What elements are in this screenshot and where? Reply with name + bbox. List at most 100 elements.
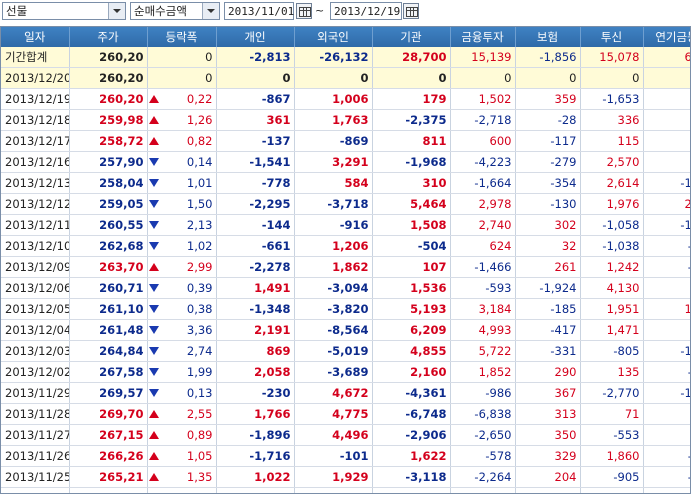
investor-trading-grid[interactable]: 일자 주가 등락폭 개인 외국인 기관 금융투자 보험 투신 연기금등 기간합계… [0, 26, 691, 494]
market-select[interactable]: 선물 [2, 2, 126, 20]
col-header-institution[interactable]: 기관 [372, 27, 451, 47]
indiv-cell: -1,541 [216, 151, 295, 173]
table-row[interactable]: 2013/12/03 264,84 2,74 869 -5,019 4,855 5,722-… [1, 340, 690, 362]
pension-cell: -96 [643, 466, 690, 488]
date-cell: 2013/12/05 [1, 298, 70, 320]
date-cell: 2013/12/03 [1, 340, 70, 362]
price-cell: 257,90 [69, 151, 148, 173]
table-row[interactable]: 2013/12/17 258,72 0,82 -137 -869 811 600 -117 11… [1, 130, 690, 152]
indiv-cell: 718 [216, 487, 295, 493]
foreign-cell: -3,820 [294, 298, 373, 320]
up-triangle-icon [149, 452, 160, 460]
col-header-foreign[interactable]: 외국인 [294, 27, 373, 47]
change-cell: 1,01 [161, 172, 217, 194]
table-row[interactable]: 2013/12/13 258,04 1,01 -778 584 310 -1,664 -354… [1, 172, 690, 194]
col-header-individual[interactable]: 개인 [216, 27, 295, 47]
change-direction-cell [147, 277, 161, 299]
down-triangle-icon [149, 200, 160, 208]
change-direction-cell [147, 361, 161, 383]
indiv-cell: 1,491 [216, 277, 295, 299]
trust-cell: 115 [580, 130, 644, 152]
table-row[interactable]: 2013/12/12 259,05 1,50 -2,295 -3,718 5,464 2,9… [1, 193, 690, 215]
fin-cell: -1,664 [450, 172, 516, 194]
table-row[interactable]: 2013/11/26 266,26 1,05 -1,716 -101 1,622 -578 3… [1, 445, 690, 467]
table-row[interactable]: 2013/12/06 260,71 0,39 1,491 -3,094 1,536 -593… [1, 277, 690, 299]
change-cell: 0,82 [161, 130, 217, 152]
foreign-cell: 1,929 [294, 466, 373, 488]
inst-cell: 6,209 [372, 319, 451, 341]
foreign-cell: -869 [294, 130, 373, 152]
table-row[interactable]: 2013/11/28 269,70 2,55 1,766 4,775 -6,748 -6,8… [1, 403, 690, 425]
inst-cell: 2,160 [372, 361, 451, 383]
metric-dropdown-button[interactable] [202, 3, 219, 19]
table-row[interactable]: 2013/11/25 265,21 1,35 1,022 1,929 -3,118 -2,2… [1, 466, 690, 488]
table-row[interactable]: 2013/12/18 259,98 1,26 361 1,763 -2,375 -2,718… [1, 109, 690, 131]
col-header-pension[interactable]: 연기금등 [643, 27, 690, 47]
price-cell: 264,84 [69, 340, 148, 362]
price-cell: 258,72 [69, 130, 148, 152]
change-direction-cell [147, 298, 161, 320]
ins-cell: 329 [515, 445, 581, 467]
change-cell: 2,99 [161, 256, 217, 278]
change-cell: 1,26 [161, 109, 217, 131]
ins-cell: 302 [515, 214, 581, 236]
calendar-icon [299, 7, 311, 17]
table-row[interactable]: 2013/12/04 261,48 3,36 2,191 -8,564 6,209 4,99… [1, 319, 690, 341]
price-cell: 259,05 [69, 193, 148, 215]
price-cell: 265,21 [69, 466, 148, 488]
data-table: 일자 주가 등락폭 개인 외국인 기관 금융투자 보험 투신 연기금등 기간합계… [1, 27, 690, 493]
date-cell: 2013/11/28 [1, 403, 70, 425]
inst-cell: 811 [372, 130, 451, 152]
ins-cell: 290 [515, 361, 581, 383]
change-direction-cell [147, 466, 161, 488]
inst-cell: -3,118 [372, 466, 451, 488]
col-header-insurance[interactable]: 보험 [515, 27, 581, 47]
summary-row[interactable]: 기간합계 260,20 0 -2,813 -26,132 28,700 15,139 -1,8… [1, 47, 690, 68]
date-from-calendar-button[interactable] [296, 3, 312, 19]
metric-select[interactable]: 순매수금액 [130, 2, 220, 20]
table-row[interactable]: 2013/12/02 267,58 1,99 2,058 -3,689 2,160 1,85… [1, 361, 690, 383]
table-row[interactable]: 2013/12/19 260,20 0,22 -867 1,006 179 1,502 359… [1, 88, 690, 110]
date-from-input[interactable]: 2013/11/01 [224, 2, 294, 20]
table-row[interactable]: 2013/11/22263,86 1,66718668-1,933-2,510-2… [1, 487, 690, 493]
col-header-date[interactable]: 일자 [1, 27, 70, 47]
down-triangle-icon [149, 305, 160, 313]
fin-cell: -593 [450, 277, 516, 299]
date-to-input[interactable]: 2013/12/19 [330, 2, 402, 20]
market-dropdown-button[interactable] [108, 3, 125, 19]
change-direction-cell [147, 256, 161, 278]
price-cell: 260,55 [69, 214, 148, 236]
fin-cell: 2,978 [450, 193, 516, 215]
summary-row[interactable]: 2013/12/20260,2000000000 [1, 67, 690, 89]
table-row[interactable]: 2013/12/05 261,10 0,38 -1,348 -3,820 5,193 3,1… [1, 298, 690, 320]
ins-cell: -417 [515, 319, 581, 341]
fin-cell: 624 [450, 235, 516, 257]
col-header-financial-investment[interactable]: 금융투자 [450, 27, 516, 47]
indiv-cell: -1,896 [216, 424, 295, 446]
date-cell: 2013/12/02 [1, 361, 70, 383]
col-header-investment-trust[interactable]: 투신 [580, 27, 644, 47]
indiv-cell: -2,813 [216, 47, 295, 68]
inst-cell: -504 [372, 235, 451, 257]
table-row[interactable]: 2013/12/16 257,90 0,14 -1,541 3,291 -1,968 -4,… [1, 151, 690, 173]
change-cell: 0,14 [161, 151, 217, 173]
price-cell: 260,71 [69, 277, 148, 299]
foreign-cell: 1,006 [294, 88, 373, 110]
ins-cell: 204 [515, 466, 581, 488]
pension-cell: 27 [643, 109, 690, 131]
table-row[interactable]: 2013/11/27 267,15 0,89 -1,896 4,496 -2,906 -2,… [1, 424, 690, 446]
indiv-cell: 2,191 [216, 319, 295, 341]
indiv-cell: -137 [216, 130, 295, 152]
table-row[interactable]: 2013/12/10 262,68 1,02 -661 1,206 -504 624 32 -1… [1, 235, 690, 257]
indiv-cell: -778 [216, 172, 295, 194]
date-cell: 기간합계 [1, 47, 70, 68]
table-row[interactable]: 2013/11/29 269,57 0,13 -230 4,672 -4,361 -986 3… [1, 382, 690, 404]
inst-cell: 1,536 [372, 277, 451, 299]
table-row[interactable]: 2013/12/11 260,55 2,13 -144 -916 1,508 2,740 30… [1, 214, 690, 236]
fin-cell: -986 [450, 382, 516, 404]
table-row[interactable]: 2013/12/09 263,70 2,99 -2,278 1,862 107 -1,466… [1, 256, 690, 278]
col-header-change[interactable]: 등락폭 [147, 27, 217, 47]
col-header-price[interactable]: 주가 [69, 27, 148, 47]
date-cell: 2013/11/26 [1, 445, 70, 467]
date-to-calendar-button[interactable] [403, 3, 419, 19]
